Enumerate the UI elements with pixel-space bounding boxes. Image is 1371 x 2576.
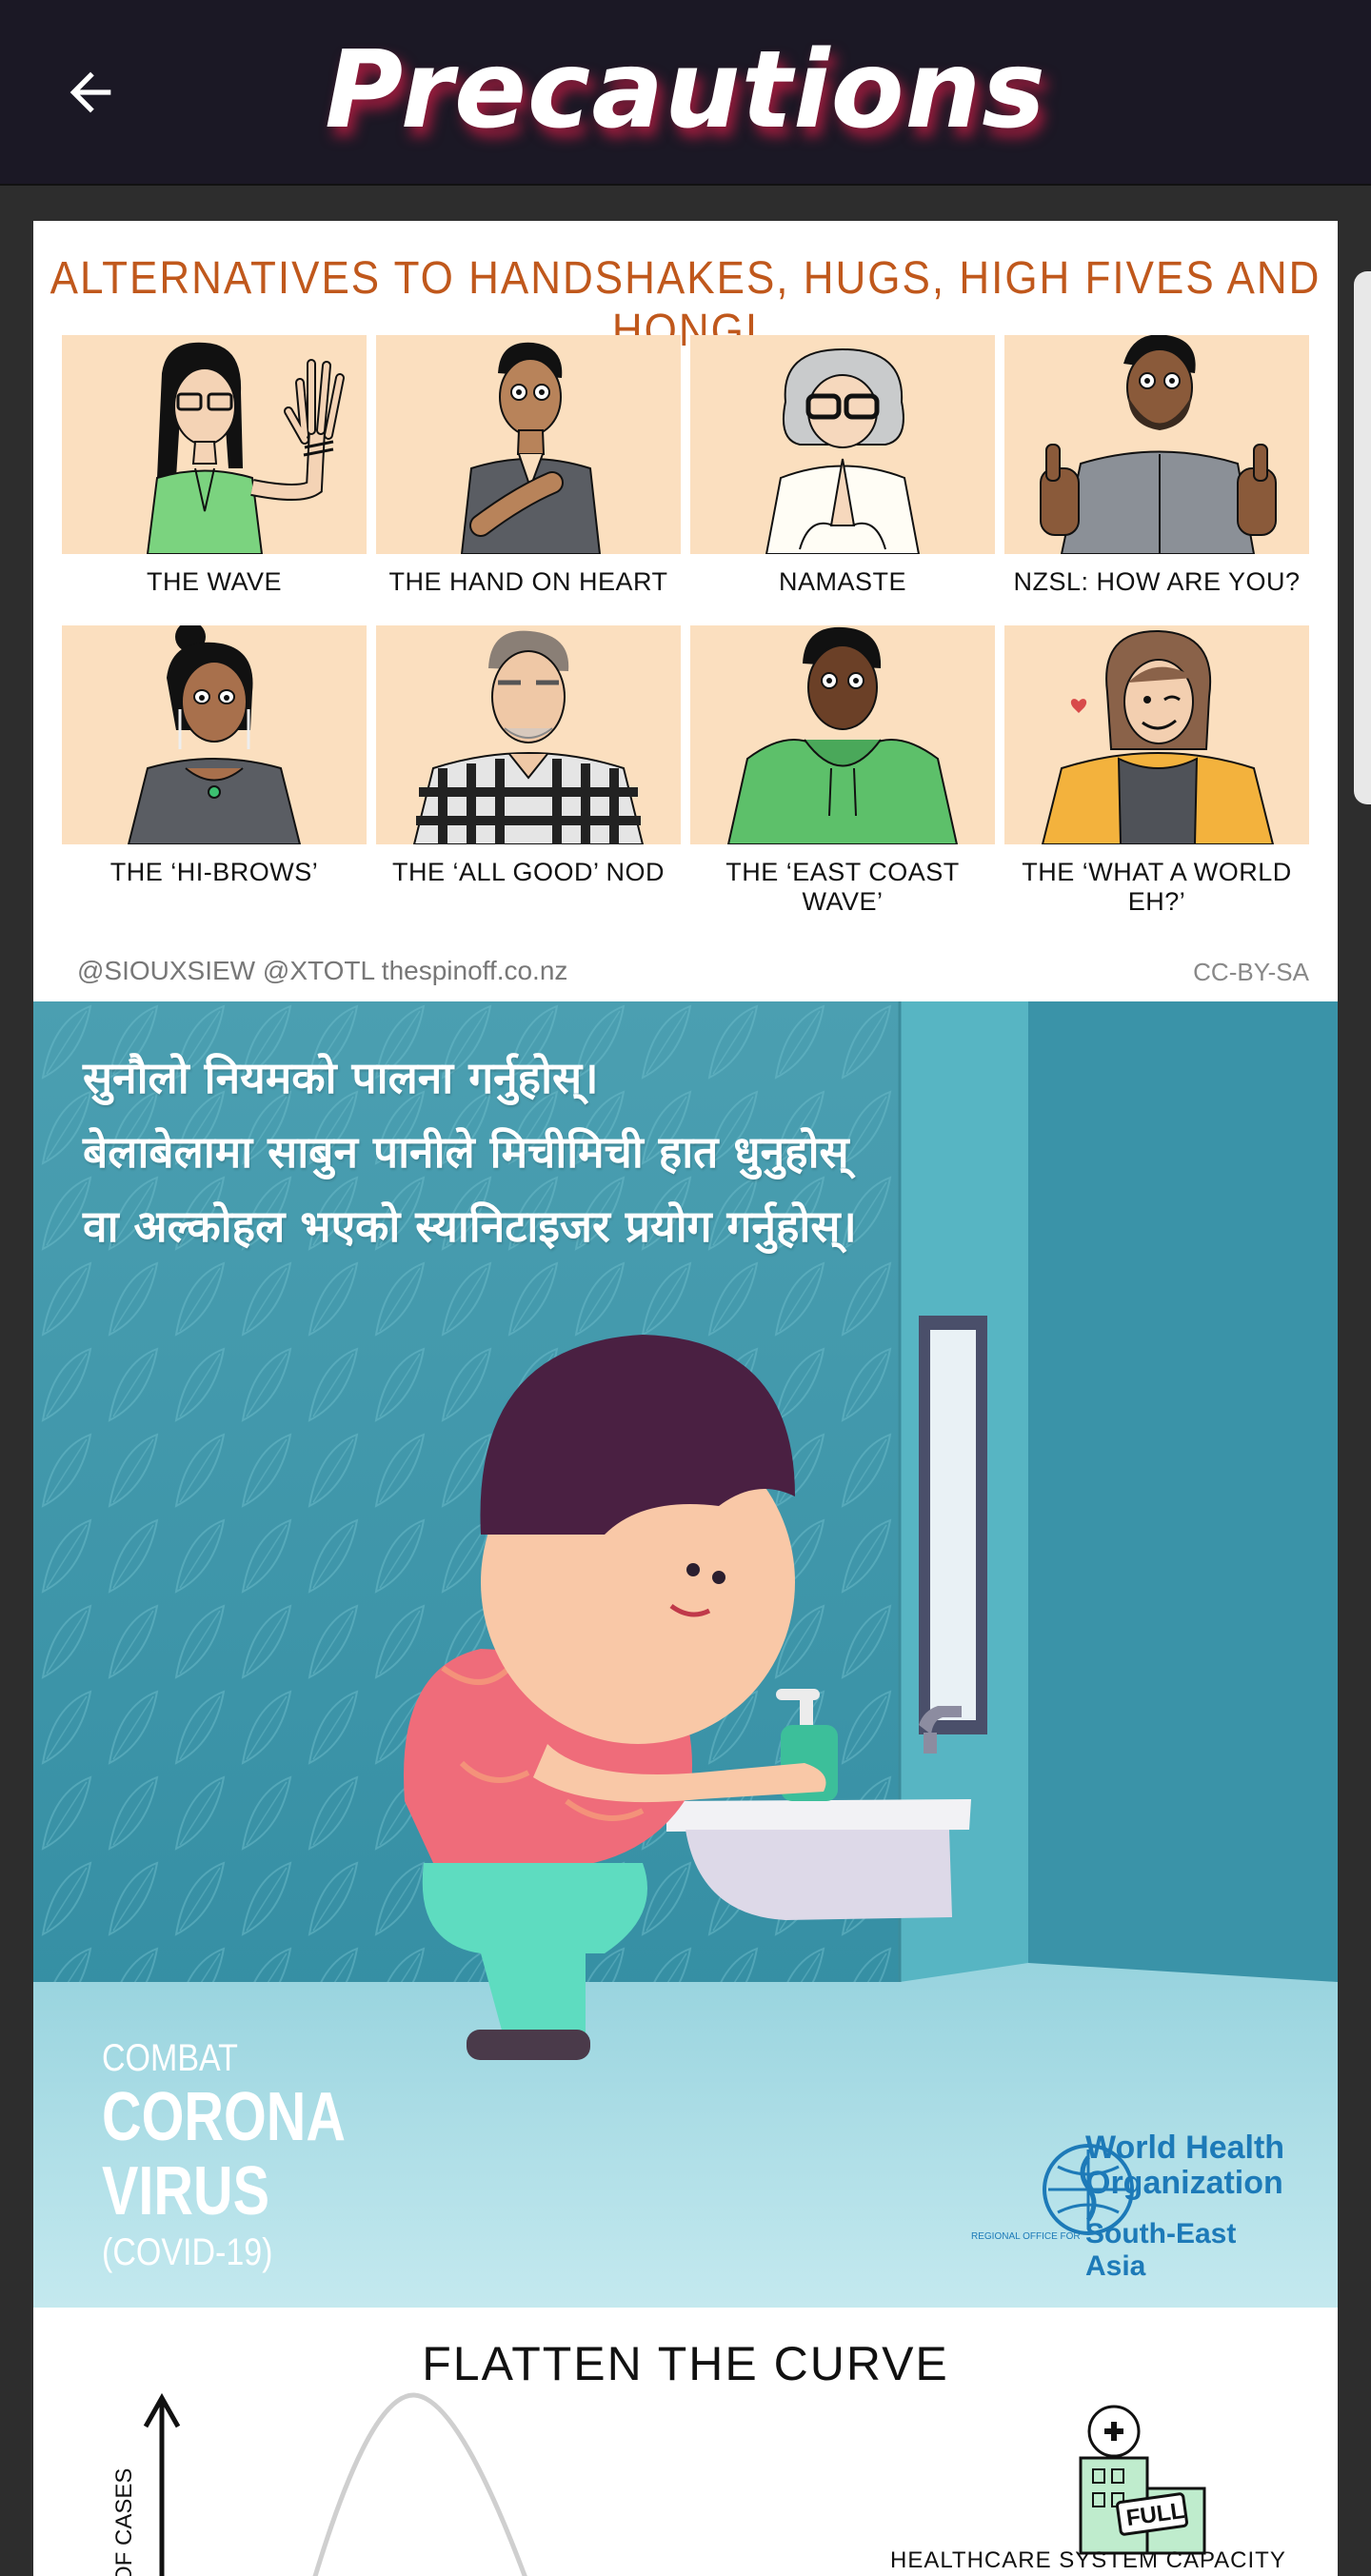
- page-title: Precautions: [325, 29, 1046, 152]
- scrollbar[interactable]: [1354, 271, 1371, 804]
- greeting-illustration: [1004, 625, 1309, 844]
- greeting-illustration: [62, 625, 367, 844]
- greeting-grid: THE WAVE THE HAND ON HEART NAMASTE NZSL:…: [62, 335, 1309, 917]
- greeting-card: THE ‘WHAT A WORLD EH?’: [1004, 625, 1309, 917]
- greeting-label: NAMASTE: [778, 567, 907, 596]
- greeting-label: THE ‘HI-BROWS’: [109, 858, 319, 886]
- greeting-label: NZSL: HOW ARE YOU?: [1013, 567, 1301, 596]
- greeting-illustration: [376, 335, 681, 554]
- greeting-label: THE ‘EAST COAST WAVE’: [725, 858, 960, 916]
- curve-illustration: [143, 2392, 1206, 2576]
- license-label: CC-BY-SA: [1193, 958, 1309, 986]
- greeting-illustration: [1004, 335, 1309, 554]
- y-axis-label: ER OF CASES: [111, 2467, 137, 2576]
- who-message-line: बेलाबेलामा साबुन पानीले मिचीमिची हात धुन…: [83, 1126, 849, 1178]
- greeting-card: THE ‘EAST COAST WAVE’: [690, 625, 995, 917]
- greeting-card: THE HAND ON HEART: [376, 335, 681, 597]
- greeting-label: THE HAND ON HEART: [388, 567, 668, 596]
- greeting-card: NAMASTE: [690, 335, 995, 597]
- flatten-the-curve-poster: FLATTEN THE CURVE FULL HEALTHCARE SYSTEM…: [33, 2308, 1338, 2576]
- greeting-label: THE ‘ALL GOOD’ NOD: [391, 858, 666, 886]
- who-logo: World Health Organization REGIONAL OFFIC…: [971, 2130, 1285, 2282]
- greeting-label: THE WAVE: [146, 567, 282, 596]
- handshake-alternatives-poster: ALTERNATIVES TO HANDSHAKES, HUGS, HIGH F…: [33, 221, 1338, 1001]
- combat-corona-virus-badge: COMBAT CORONA VIRUS (COVID-19): [102, 2037, 346, 2273]
- greeting-card: THE ‘HI-BROWS’: [62, 625, 367, 917]
- greeting-label: THE ‘WHAT A WORLD EH?’: [1022, 858, 1292, 916]
- greeting-card: NZSL: HOW ARE YOU?: [1004, 335, 1309, 597]
- greeting-card: THE WAVE: [62, 335, 367, 597]
- app-bar: Precautions: [0, 0, 1371, 186]
- greeting-illustration: [376, 625, 681, 844]
- greeting-illustration: [690, 625, 995, 844]
- capacity-label: HEALTHCARE SYSTEM CAPACITY: [890, 2547, 1286, 2573]
- precautions-feed[interactable]: ALTERNATIVES TO HANDSHAKES, HUGS, HIGH F…: [0, 188, 1371, 2576]
- greeting-illustration: [62, 335, 367, 554]
- greeting-card: THE ‘ALL GOOD’ NOD: [376, 625, 681, 917]
- greeting-illustration: [690, 335, 995, 554]
- poster-credit: @SIOUXSIEW @XTOTL thespinoff.co.nz: [77, 956, 568, 985]
- who-message-line: वा अल्कोहल भएको स्यानिटाइजर प्रयोग गर्नु…: [83, 1200, 857, 1252]
- who-handwashing-poster: सुनौलो नियमको पालना गर्नुहोस्। बेलाबेलाम…: [33, 1001, 1338, 2308]
- who-message-line: सुनौलो नियमको पालना गर्नुहोस्।: [83, 1052, 599, 1103]
